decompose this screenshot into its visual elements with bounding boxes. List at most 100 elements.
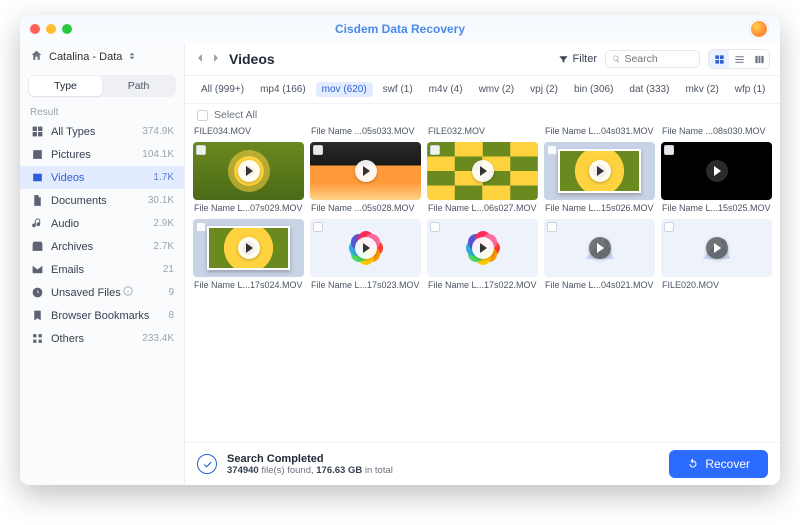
file-checkbox[interactable] (313, 145, 323, 155)
file-cell[interactable]: File Name ...05s028.MOV (310, 142, 421, 213)
format-filter-chips: All (999+) mp4 (166) mov (620) swf (1) m4v (… (185, 76, 780, 104)
sidebar-item-emails[interactable]: Emails21 (20, 258, 184, 281)
grid-icon (30, 125, 44, 138)
file-checkbox[interactable] (664, 222, 674, 232)
filter-icon (558, 54, 569, 65)
sidebar-item-all-types[interactable]: All Types374.9K (20, 120, 184, 143)
view-mode-segmented: Type Path (28, 75, 176, 97)
sidebar-item-documents[interactable]: Documents30.1K (20, 189, 184, 212)
back-button[interactable] (195, 50, 205, 68)
recover-button[interactable]: Recover (669, 450, 768, 478)
search-box[interactable] (605, 50, 700, 68)
section-title: Videos (229, 51, 275, 67)
file-cell[interactable]: FILE034.MOV (193, 126, 304, 136)
sidebar: Catalina - Data Type Path Result All Typ… (20, 43, 185, 485)
breadcrumb-label: Catalina - Data (49, 51, 122, 63)
file-checkbox[interactable] (196, 222, 206, 232)
app-window: Cisdem Data Recovery Catalina - Data Typ… (20, 15, 780, 485)
file-cell[interactable]: File Name L...04s031.MOV (544, 126, 655, 136)
select-all-row[interactable]: Select All (185, 104, 780, 126)
video-thumbnail[interactable] (193, 219, 304, 277)
file-checkbox[interactable] (430, 222, 440, 232)
file-name: FILE020.MOV (661, 277, 772, 290)
file-checkbox[interactable] (547, 222, 557, 232)
file-cell[interactable]: File Name L...04s021.MOV (544, 219, 655, 290)
play-icon (589, 160, 611, 182)
chip-mov[interactable]: mov (620) (316, 82, 373, 97)
video-thumbnail[interactable] (427, 219, 538, 277)
chip-wfp[interactable]: wfp (1) (729, 82, 772, 97)
tab-path[interactable]: Path (102, 76, 175, 96)
chip-mp4[interactable]: mp4 (166) (254, 82, 312, 97)
file-checkbox[interactable] (664, 145, 674, 155)
file-checkbox[interactable] (196, 145, 206, 155)
chip-swf[interactable]: swf (1) (377, 82, 419, 97)
file-name: File Name L...17s023.MOV (310, 277, 421, 290)
grid-view-button[interactable] (709, 50, 729, 68)
sidebar-item-archives[interactable]: Archives2.7K (20, 235, 184, 258)
select-all-checkbox[interactable] (197, 110, 208, 121)
search-input[interactable] (624, 53, 693, 65)
chip-All[interactable]: All (999+) (195, 82, 250, 97)
file-name: File Name L...06s027.MOV (427, 200, 538, 213)
search-icon (612, 54, 620, 64)
chip-rm[interactable]: rm (2) (775, 82, 780, 97)
chip-mkv[interactable]: mkv (2) (679, 82, 724, 97)
video-thumbnail[interactable] (544, 142, 655, 200)
video-thumbnail[interactable] (193, 142, 304, 200)
chip-dat[interactable]: dat (333) (623, 82, 675, 97)
video-thumbnail[interactable] (544, 219, 655, 277)
sidebar-item-pictures[interactable]: Pictures104.1K (20, 143, 184, 166)
app-title: Cisdem Data Recovery (20, 22, 780, 36)
play-icon (706, 160, 728, 182)
file-cell[interactable]: File Name L...17s023.MOV (310, 219, 421, 290)
file-name: File Name L...15s026.MOV (544, 200, 655, 213)
file-name: File Name ...05s028.MOV (310, 200, 421, 213)
file-cell[interactable]: File Name ...08s030.MOV (661, 126, 772, 136)
category-list: All Types374.9KPictures104.1KVideos1.7KD… (20, 120, 184, 485)
file-cell[interactable]: FILE032.MOV (427, 126, 538, 136)
sidebar-item-audio[interactable]: Audio2.9K (20, 212, 184, 235)
file-cell[interactable]: File Name L...17s022.MOV (427, 219, 538, 290)
tab-type[interactable]: Type (29, 76, 102, 96)
video-thumbnail[interactable] (427, 142, 538, 200)
file-cell[interactable]: File Name L...15s026.MOV (544, 142, 655, 213)
sidebar-item-others[interactable]: Others233.4K (20, 327, 184, 350)
chip-wmv[interactable]: wmv (2) (473, 82, 521, 97)
file-checkbox[interactable] (430, 145, 440, 155)
chip-m4v[interactable]: m4v (4) (423, 82, 469, 97)
file-checkbox[interactable] (547, 145, 557, 155)
file-name: File Name L...04s031.MOV (544, 126, 655, 136)
column-view-button[interactable] (749, 50, 769, 68)
breadcrumb[interactable]: Catalina - Data (20, 43, 184, 71)
file-cell[interactable]: File Name L...07s029.MOV (193, 142, 304, 213)
video-thumbnail[interactable] (661, 219, 772, 277)
forward-button[interactable] (211, 50, 221, 68)
file-cell[interactable]: FILE020.MOV (661, 219, 772, 290)
file-cell[interactable]: File Name L...17s024.MOV (193, 219, 304, 290)
list-icon (734, 54, 745, 65)
video-thumbnail[interactable] (310, 142, 421, 200)
file-name: File Name L...04s021.MOV (544, 277, 655, 290)
sidebar-item-unsaved-files[interactable]: Unsaved Files9 (20, 281, 184, 304)
file-grid-scroll[interactable]: FILE034.MOV File Name ...05s033.MOV FILE03… (185, 126, 780, 442)
chip-vpj[interactable]: vpj (2) (524, 82, 564, 97)
filter-button[interactable]: Filter (558, 53, 597, 65)
play-icon (355, 160, 377, 182)
file-cell[interactable]: File Name ...05s033.MOV (310, 126, 421, 136)
chip-bin[interactable]: bin (306) (568, 82, 619, 97)
list-view-button[interactable] (729, 50, 749, 68)
video-thumbnail[interactable] (310, 219, 421, 277)
sidebar-item-browser-bookmarks[interactable]: Browser Bookmarks8 (20, 304, 184, 327)
play-icon (706, 237, 728, 259)
file-checkbox[interactable] (313, 222, 323, 232)
sidebar-item-videos[interactable]: Videos1.7K (20, 166, 184, 189)
user-avatar[interactable] (750, 20, 768, 38)
info-icon (121, 287, 133, 299)
file-cell[interactable]: File Name L...06s027.MOV (427, 142, 538, 213)
recover-icon (687, 458, 699, 470)
footer: Search Completed 374940 file(s) found, 1… (185, 442, 780, 485)
file-cell[interactable]: File Name L...15s025.MOV (661, 142, 772, 213)
video-thumbnail[interactable] (661, 142, 772, 200)
titlebar: Cisdem Data Recovery (20, 15, 780, 43)
